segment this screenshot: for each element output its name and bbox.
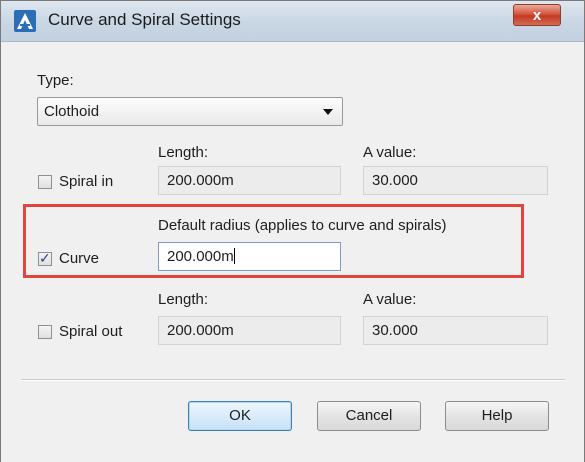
- spiral-in-length-field[interactable]: 200.000m: [158, 166, 341, 195]
- spiral-out-a-value: 30.000: [372, 322, 418, 339]
- spiral-out-length-field[interactable]: 200.000m: [158, 316, 341, 345]
- spiral-out-a-value-label: A value:: [363, 291, 417, 308]
- spiral-in-a-value-field[interactable]: 30.000: [363, 166, 548, 195]
- cancel-button[interactable]: Cancel: [317, 401, 421, 431]
- dialog-window: Curve and Spiral Settings x Type: Clotho…: [0, 0, 585, 462]
- dialog-body: Type: Clothoid Length: A value: Spiral i…: [1, 42, 584, 462]
- spiral-out-length-value: 200.000m: [167, 322, 234, 339]
- spiral-out-checkbox[interactable]: [38, 325, 52, 339]
- spiral-out-length-label: Length:: [158, 291, 209, 308]
- close-button[interactable]: x: [513, 4, 561, 26]
- help-button[interactable]: Help: [445, 401, 549, 431]
- window-title: Curve and Spiral Settings: [48, 10, 241, 29]
- type-dropdown[interactable]: Clothoid: [37, 97, 343, 126]
- ok-button[interactable]: OK: [188, 401, 292, 431]
- spiral-in-length-value: 200.000m: [167, 172, 234, 189]
- autocad-civil-icon: [14, 10, 36, 32]
- curve-highlight-box: [23, 204, 524, 278]
- spiral-in-a-value-label: A value:: [363, 144, 417, 161]
- chevron-down-icon: [323, 109, 333, 115]
- spiral-in-length-label: Length:: [158, 144, 209, 161]
- spiral-in-a-value: 30.000: [372, 172, 418, 189]
- title-bar[interactable]: Curve and Spiral Settings x: [1, 1, 584, 42]
- spiral-out-a-value-field[interactable]: 30.000: [363, 316, 548, 345]
- spiral-out-label: Spiral out: [59, 323, 123, 340]
- spiral-in-checkbox[interactable]: [38, 175, 52, 189]
- footer-divider: [21, 379, 565, 381]
- close-icon: x: [532, 6, 542, 24]
- type-label: Type:: [37, 72, 74, 89]
- spiral-in-label: Spiral in: [59, 173, 114, 190]
- type-selected-value: Clothoid: [44, 103, 100, 120]
